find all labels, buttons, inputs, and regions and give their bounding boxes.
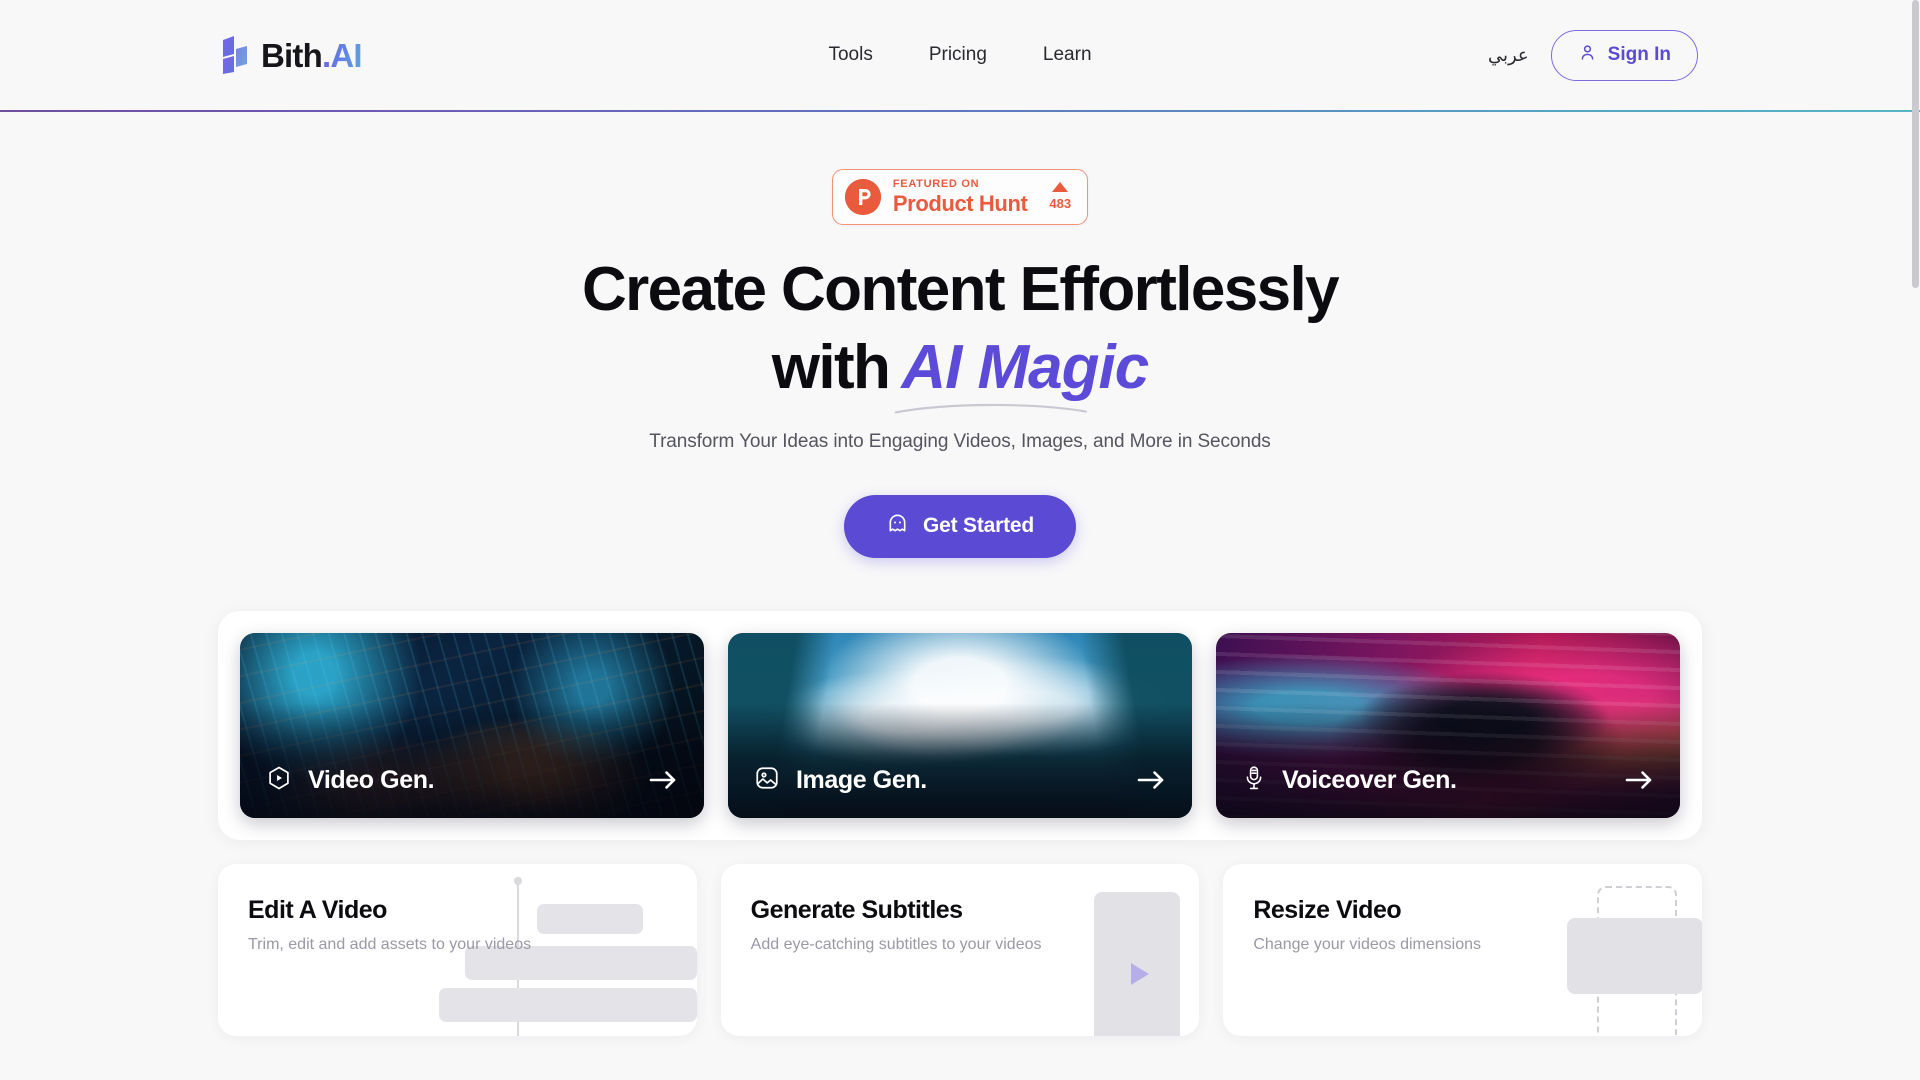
image-icon [754,765,780,796]
user-icon [1578,43,1597,68]
feature-cards-row: Edit A Video Trim, edit and add assets t… [218,863,1703,1036]
nav-item-tools[interactable]: Tools [815,36,885,74]
edit-a-video-subtitle: Trim, edit and add assets to your videos [248,935,532,953]
voiceover-gen-label: Voiceover Gen. [1282,765,1457,794]
header-actions: عربي Sign In [1488,29,1698,81]
image-gen-label: Image Gen. [796,765,927,794]
nav-item-pricing[interactable]: Pricing [916,36,1000,74]
scrollbar-thumb[interactable] [1912,0,1919,288]
video-gen-label: Video Gen. [308,765,435,794]
hero-subtitle: Transform Your Ideas into Engaging Video… [649,430,1271,452]
nav-item-learn[interactable]: Learn [1030,36,1105,74]
product-hunt-badge[interactable]: FEATURED ON Product Hunt 483 [831,168,1089,225]
arrow-right-icon[interactable] [1624,768,1654,792]
brand-logo[interactable]: Bith.AI [222,35,363,75]
resize-video-title: Resize Video [1253,895,1402,924]
page-scrollbar[interactable] [1911,0,1920,1080]
voiceover-gen-card[interactable]: Voiceover Gen. [1216,632,1680,818]
product-hunt-votes: 483 [1049,181,1073,212]
ghost-icon [886,512,909,541]
arrow-right-icon[interactable] [1136,768,1166,792]
arrow-right-icon[interactable] [648,768,678,792]
brand-name: Bith.AI [261,36,363,74]
hero-headline-line2-prefix: with [771,332,891,402]
hero-cta-wrapper: Get Started [0,494,1920,558]
generate-subtitles-card[interactable]: Generate Subtitles Add eye-catching subt… [720,863,1200,1036]
generate-subtitles-title: Generate Subtitles [750,895,963,924]
generator-cards-panel: Video Gen. Image Gen. Voiceover Gen. [218,610,1702,840]
generate-subtitles-subtitle: Add eye-catching subtitles to your video… [750,935,1042,953]
play-hexagon-icon [266,765,292,796]
product-hunt-name: Product Hunt [892,190,1028,216]
resize-video-card[interactable]: Resize Video Change your videos dimensio… [1223,863,1703,1036]
bith-logo-icon [222,35,252,75]
sign-in-label: Sign In [1607,44,1671,65]
image-gen-card[interactable]: Image Gen. [728,632,1192,818]
voiceover-gen-overlay [1216,703,1680,818]
caret-up-icon [1052,181,1069,192]
video-gen-overlay [240,703,704,818]
product-hunt-text: FEATURED ON Product Hunt [892,177,1028,216]
microphone-icon [1242,765,1266,796]
hero-headline: Create Content Effortlessly with AI Magi… [0,251,1920,414]
hero-headline-line1: Create Content Effortlessly [581,254,1340,324]
video-gen-card[interactable]: Video Gen. [240,632,704,818]
image-gen-overlay [728,703,1192,818]
highlight-underline-swoosh [894,403,1088,414]
get-started-button[interactable]: Get Started [844,494,1076,558]
site-header: Bith.AI Tools Pricing Learn عربي Sign In [0,0,1920,110]
edit-a-video-title: Edit A Video [248,895,387,924]
brand-name-accent: .AI [321,36,363,74]
brand-name-dark: Bith [261,36,323,74]
language-switcher[interactable]: عربي [1488,45,1529,66]
product-hunt-kicker: FEATURED ON [892,177,980,190]
hero-headline-highlight: AI Magic [901,332,1149,402]
play-triangle-icon [1130,962,1149,985]
product-hunt-vote-count: 483 [1049,195,1072,211]
hero-section: FEATURED ON Product Hunt 483 Create Cont… [0,112,1920,558]
get-started-label: Get Started [923,514,1034,538]
product-hunt-icon [844,178,881,215]
edit-a-video-card[interactable]: Edit A Video Trim, edit and add assets t… [218,863,697,1036]
sign-in-button[interactable]: Sign In [1550,29,1698,81]
resize-video-subtitle: Change your videos dimensions [1253,935,1482,953]
main-navigation: Tools Pricing Learn [815,36,1104,74]
